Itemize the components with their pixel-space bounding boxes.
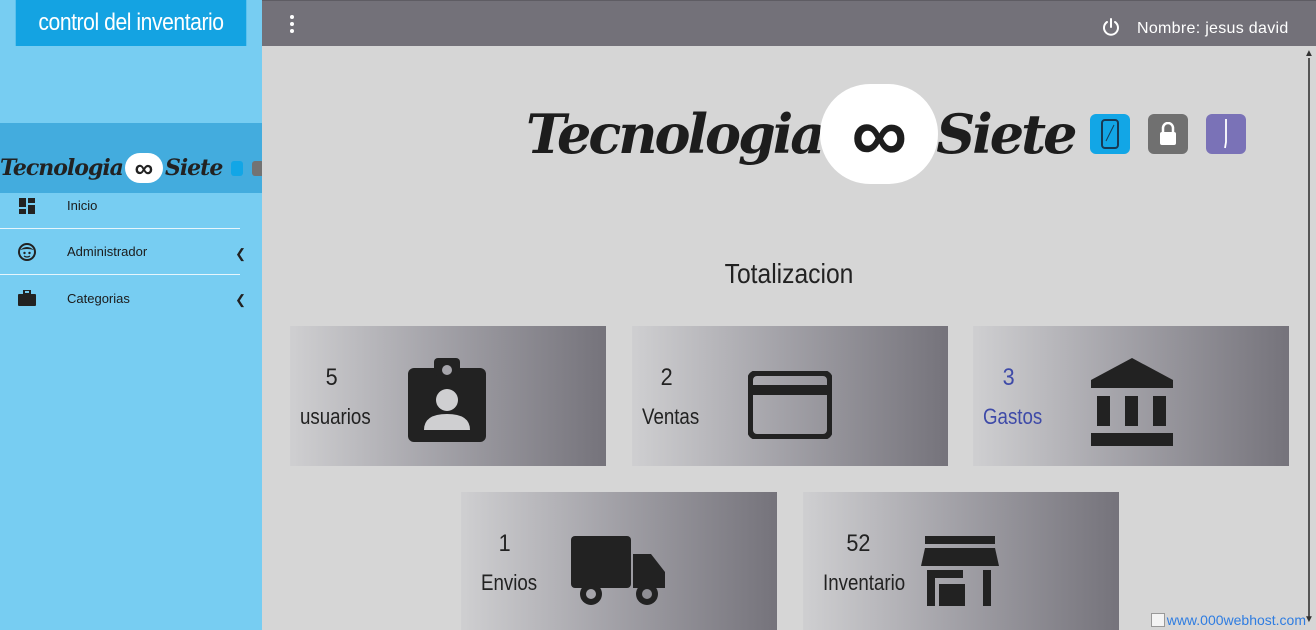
scrollbar[interactable]: ▲ ▼: [1302, 46, 1316, 630]
app-title: control del inventario: [15, 0, 247, 46]
section-title: Totalizacion: [724, 258, 854, 289]
logo-small: Tecnologia ∞ Siete: [0, 153, 262, 183]
sidebar-item-label: Categorias: [67, 290, 130, 306]
stat-value: 5: [325, 364, 338, 391]
stat-card-envios[interactable]: 1 Envios: [461, 492, 777, 630]
logo-word-right: Siete: [164, 155, 223, 181]
chevron-left-icon[interactable]: ❮: [235, 246, 246, 262]
chevron-left-icon[interactable]: ❮: [235, 292, 246, 308]
phone-icon: [1090, 114, 1131, 154]
face-icon: [18, 242, 36, 261]
stat-value: 52: [846, 530, 871, 557]
lock-icon: [252, 160, 262, 176]
dashboard-icon: [18, 197, 36, 215]
briefcase-icon: [18, 289, 36, 307]
bank-icon: [1091, 358, 1173, 451]
sidebar-item-administrador[interactable]: Administrador ❮: [0, 229, 246, 275]
webhost-link[interactable]: www.000webhost.com: [1167, 612, 1306, 628]
infinity-icon: ∞: [820, 84, 939, 184]
lock-icon: [1148, 114, 1189, 154]
stat-label: Gastos: [983, 404, 1043, 429]
user-name: Nombre: jesus david: [1137, 20, 1289, 37]
main-content: Tecnologia ∞ Siete Totalizacion 5 usuari…: [262, 46, 1302, 630]
sidebar-item-label: Administrador: [67, 244, 148, 259]
sidebar-item-categorias[interactable]: Categorias ❮: [0, 275, 246, 321]
stat-label: usuarios: [300, 404, 371, 429]
logo-word-left: Tecnologia: [0, 155, 124, 181]
infinity-icon: ∞: [124, 153, 163, 183]
stat-card-gastos[interactable]: 3 Gastos: [973, 326, 1289, 466]
stat-value: 1: [498, 530, 511, 557]
sidebar: control del inventario Tecnologia ∞ Siet…: [0, 0, 262, 630]
pen-icon: [1206, 114, 1247, 154]
webhost-badge[interactable]: www.000webhost.com: [1150, 612, 1306, 628]
stat-label: Envios: [481, 570, 538, 595]
stat-card-inventario[interactable]: 52 Inventario: [803, 492, 1119, 630]
stat-value: 3: [1002, 364, 1015, 391]
logo-word-left: Tecnologia: [526, 102, 825, 166]
stat-card-usuarios[interactable]: 5 usuarios: [290, 326, 606, 466]
stat-value: 2: [660, 364, 673, 391]
more-vert-icon[interactable]: [286, 15, 298, 33]
credit-card-icon: [747, 370, 833, 444]
phone-icon: [231, 160, 244, 176]
sidebar-menu: Inicio Administrador ❮ Categorias ❮: [0, 183, 262, 321]
truck-icon: [571, 536, 665, 611]
brand-logo: Tecnologia ∞ Siete: [526, 84, 1247, 184]
sidebar-item-label: Inicio: [67, 198, 98, 213]
scroll-track[interactable]: [1308, 58, 1310, 618]
sidebar-item-inicio[interactable]: Inicio: [0, 183, 240, 229]
stat-label: Ventas: [642, 404, 700, 429]
power-icon[interactable]: [1102, 18, 1120, 41]
topbar: Nombre: jesus david: [262, 0, 1316, 46]
stat-card-ventas[interactable]: 2 Ventas: [632, 326, 948, 466]
contact-badge-icon: [408, 358, 486, 447]
stat-label: Inventario: [823, 570, 906, 595]
store-icon: [921, 536, 999, 611]
broken-image-icon: [1150, 613, 1165, 627]
logo-word-right: Siete: [936, 102, 1077, 166]
